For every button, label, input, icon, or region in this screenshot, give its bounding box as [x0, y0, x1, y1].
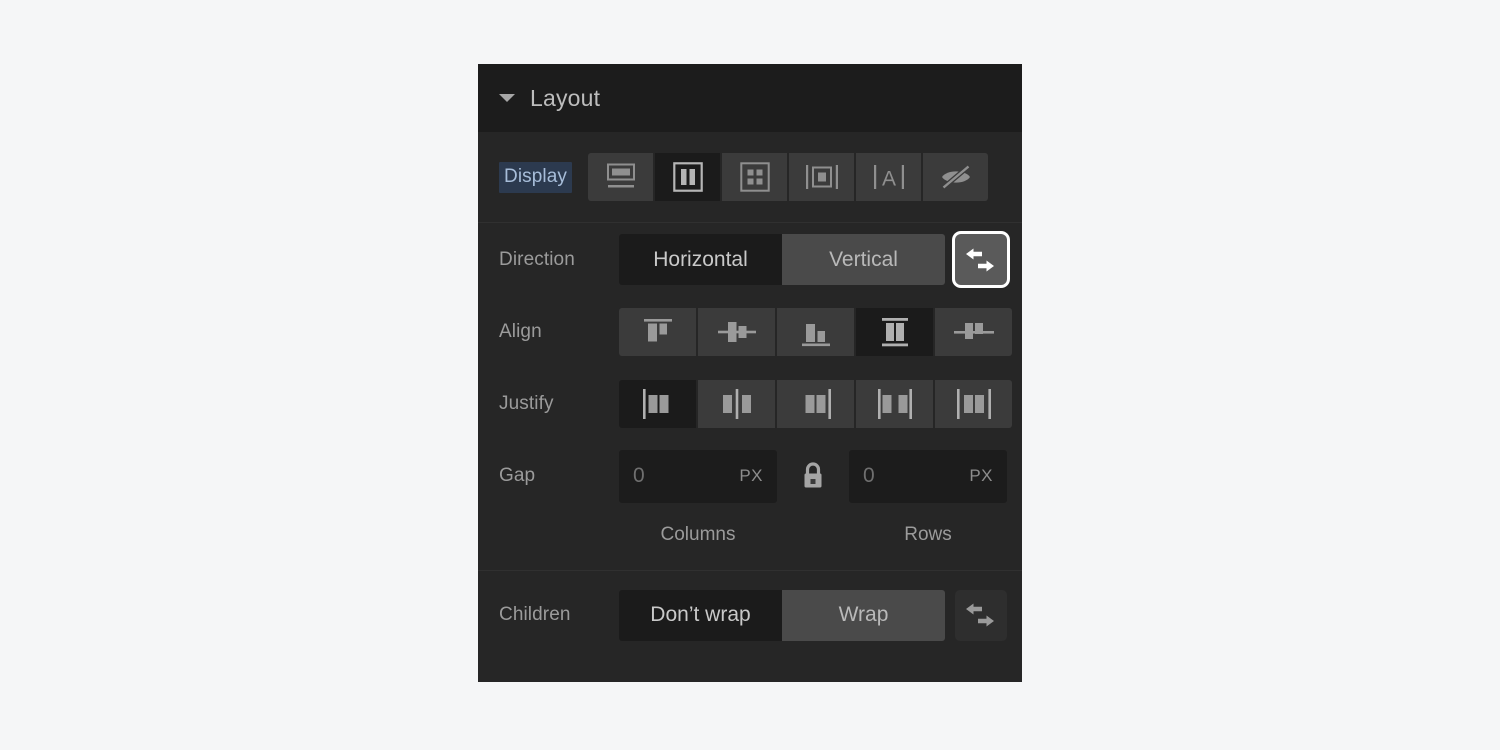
layout-panel-header[interactable]: Layout: [478, 64, 1022, 132]
justify-option-space-between[interactable]: [856, 380, 933, 428]
align-stretch-icon: [875, 315, 915, 349]
display-option-inline-block[interactable]: [789, 153, 854, 201]
align-end-icon: [796, 315, 836, 349]
display-section: Display A: [478, 132, 1022, 222]
gap-rows-sublabel: Rows: [904, 524, 952, 545]
align-center-icon: [715, 315, 759, 349]
display-inline-icon: A: [872, 162, 906, 192]
justify-row: Justify: [478, 368, 1022, 440]
gap-columns-unit[interactable]: PX: [739, 466, 763, 486]
display-option-flex[interactable]: [655, 153, 720, 201]
flex-settings-section: Direction Horizontal Vertical Align Just…: [478, 222, 1022, 570]
gap-rows-unit[interactable]: PX: [969, 466, 993, 486]
page-title: Layout: [530, 84, 601, 111]
justify-start-icon: [635, 387, 681, 421]
justify-label: Justify: [499, 393, 554, 414]
gap-columns-sublabel: Columns: [660, 524, 736, 545]
align-option-end[interactable]: [777, 308, 854, 356]
gap-columns-input[interactable]: 0 PX: [619, 449, 777, 503]
display-options: A: [588, 153, 988, 201]
justify-end-icon: [793, 387, 839, 421]
gap-fields: 0 PX 0 PX: [619, 449, 1007, 503]
display-inline-block-icon: [805, 162, 839, 192]
align-option-start[interactable]: [619, 308, 696, 356]
justify-option-space-around[interactable]: [935, 380, 1012, 428]
align-baseline-icon: [951, 315, 997, 349]
children-reverse-icon: [966, 601, 996, 629]
display-block-icon: [605, 163, 637, 191]
justify-option-start[interactable]: [619, 380, 696, 428]
justify-space-between-icon: [872, 387, 918, 421]
gap-label: Gap: [499, 465, 536, 486]
gap-row: Gap 0 PX 0 PX: [478, 440, 1022, 512]
direction-label: Direction: [499, 248, 575, 270]
direction-option-horizontal[interactable]: Horizontal: [619, 234, 782, 285]
children-reverse-button[interactable]: [955, 589, 1007, 641]
display-row: Display A: [478, 132, 1022, 222]
align-start-icon: [638, 315, 678, 349]
direction-reverse-icon: [966, 246, 996, 274]
display-none-eye-icon: [939, 163, 973, 191]
justify-option-center[interactable]: [698, 380, 775, 428]
display-grid-icon: [739, 162, 770, 192]
children-wrap-options: Don’t wrap Wrap: [619, 589, 945, 641]
justify-center-icon: [714, 387, 760, 421]
display-flex-icon: [672, 162, 703, 192]
justify-options: [619, 380, 1012, 428]
display-option-grid[interactable]: [722, 153, 787, 201]
children-section: Children Don’t wrap Wrap: [478, 570, 1022, 659]
direction-row: Direction Horizontal Vertical: [478, 223, 1022, 296]
gap-columns-value: 0: [633, 464, 645, 487]
align-option-baseline[interactable]: [935, 308, 1012, 356]
children-row: Children Don’t wrap Wrap: [478, 571, 1022, 659]
direction-option-vertical[interactable]: Vertical: [782, 234, 945, 285]
caret-down-icon[interactable]: [499, 94, 515, 102]
children-option-wrap[interactable]: Wrap: [782, 589, 945, 641]
align-label: Align: [499, 321, 542, 342]
justify-space-around-icon: [951, 387, 997, 421]
display-option-none[interactable]: [923, 153, 988, 201]
direction-reverse-button[interactable]: [955, 234, 1007, 285]
lock-closed-icon: [800, 461, 826, 491]
align-options: [619, 308, 1012, 356]
gap-rows-value: 0: [863, 464, 875, 487]
align-option-center[interactable]: [698, 308, 775, 356]
layout-panel: Layout Display A Direction Horizontal Ve…: [478, 64, 1022, 682]
gap-sublabels: Columns Rows: [478, 524, 1022, 570]
direction-options: Horizontal Vertical: [619, 234, 945, 285]
display-option-block[interactable]: [588, 153, 653, 201]
children-option-dont-wrap[interactable]: Don’t wrap: [619, 589, 782, 641]
screen-background: Layout Display A Direction Horizontal Ve…: [0, 0, 1500, 750]
svg-text:A: A: [881, 168, 895, 191]
gap-rows-input[interactable]: 0 PX: [849, 449, 1007, 503]
children-label: Children: [499, 604, 571, 625]
display-option-inline[interactable]: A: [856, 153, 921, 201]
justify-option-end[interactable]: [777, 380, 854, 428]
align-row: Align: [478, 296, 1022, 368]
gap-lock-button[interactable]: [777, 461, 849, 491]
display-label: Display: [499, 161, 572, 193]
align-option-stretch[interactable]: [856, 308, 933, 356]
